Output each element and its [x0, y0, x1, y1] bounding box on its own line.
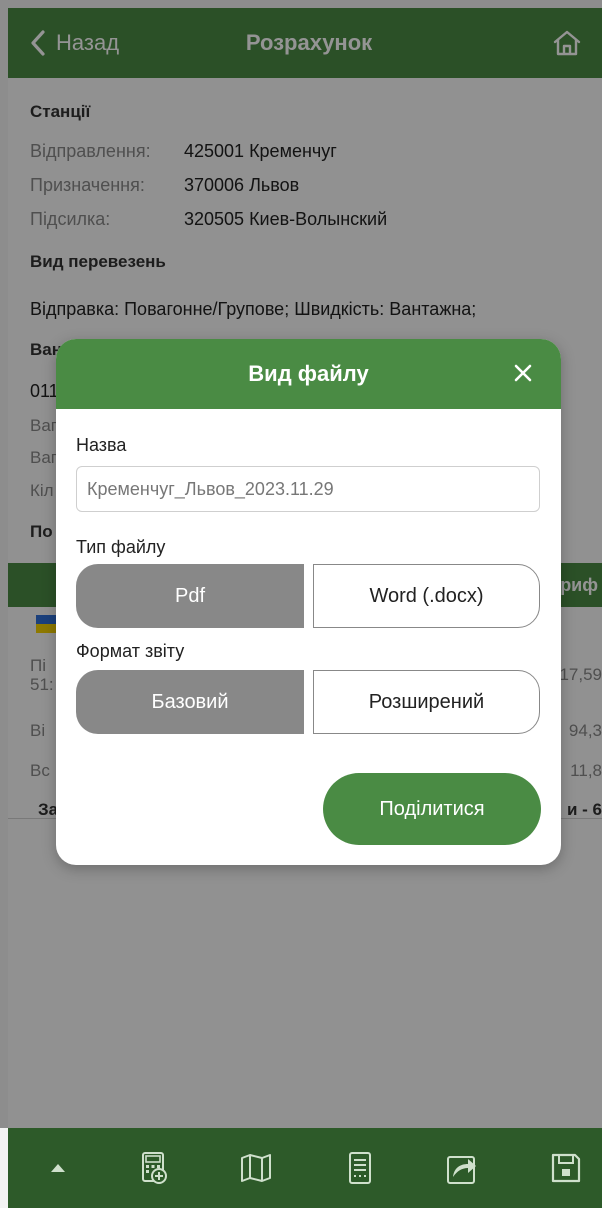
- calculator-add-icon[interactable]: [136, 1150, 172, 1186]
- document-list-icon[interactable]: [342, 1150, 378, 1186]
- report-format-extended-option[interactable]: Розширений: [313, 670, 540, 734]
- name-label: Назва: [76, 435, 127, 455]
- share-icon[interactable]: [444, 1150, 480, 1186]
- dialog-header: Вид файлу: [56, 339, 561, 409]
- file-type-word-option[interactable]: Word (.docx): [313, 564, 540, 628]
- dialog-title: Вид файлу: [248, 361, 369, 386]
- file-type-dialog: Вид файлу Назва Тип файлу Pdf Word (.doc…: [56, 339, 561, 865]
- report-format-basic-option[interactable]: Базовий: [76, 670, 304, 734]
- report-format-label: Формат звіту: [76, 641, 185, 661]
- file-type-segmented: Pdf Word (.docx): [76, 564, 540, 628]
- save-icon[interactable]: [548, 1150, 584, 1186]
- screen: Назад Розрахунок Станції Відправлення: 42…: [0, 0, 602, 1208]
- close-icon[interactable]: [511, 361, 535, 385]
- file-name-input[interactable]: [76, 466, 540, 512]
- bottom-toolbar: [8, 1128, 602, 1208]
- share-button[interactable]: Поділитися: [323, 773, 541, 845]
- file-type-label: Тип файлу: [76, 537, 166, 557]
- caret-up-icon[interactable]: [40, 1150, 76, 1186]
- file-type-pdf-option[interactable]: Pdf: [76, 564, 304, 628]
- map-icon[interactable]: [238, 1150, 274, 1186]
- report-format-segmented: Базовий Розширений: [76, 670, 540, 734]
